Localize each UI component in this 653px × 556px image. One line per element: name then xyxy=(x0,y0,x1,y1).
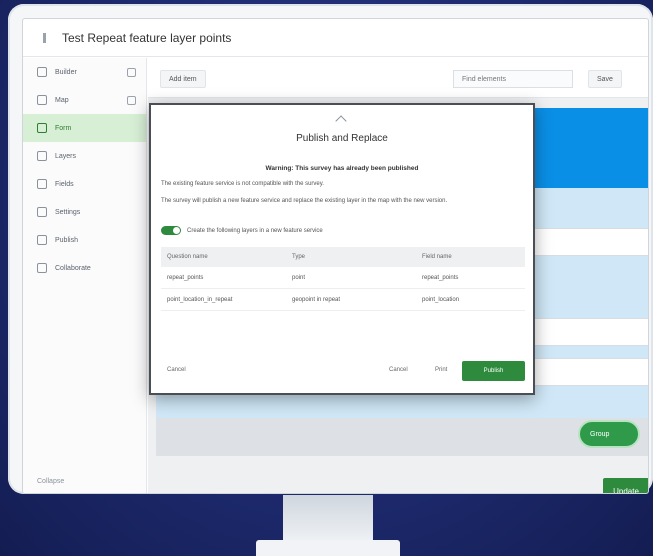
layers-table: Question name Type Field name repeat_poi… xyxy=(161,247,525,311)
title-bar: Test Repeat feature layer points xyxy=(23,19,648,57)
sidebar-item-label: Fields xyxy=(55,180,74,188)
collaborate-icon xyxy=(37,263,47,273)
warning-text: Warning: This survey has already been pu… xyxy=(265,165,419,172)
cancel-button[interactable]: Cancel xyxy=(389,367,408,373)
group-toggle-button[interactable]: Group xyxy=(578,420,640,448)
publish-icon xyxy=(37,235,47,245)
sidebar-item-label: Form xyxy=(55,124,72,132)
sidebar-item-label: Collaborate xyxy=(55,264,91,272)
sidebar-item-label: Settings xyxy=(55,208,81,216)
sidebar-item-map[interactable]: Map xyxy=(23,86,146,114)
build-icon xyxy=(37,67,47,77)
column-header: Type xyxy=(292,254,306,260)
table-row: repeat_points point repeat_points xyxy=(161,267,525,289)
dialog-footer: Cancel Cancel Print Publish xyxy=(161,361,525,385)
map-icon xyxy=(37,95,47,105)
table-cell: point_location_in_repeat xyxy=(167,296,233,303)
sidebar: Builder Map Form Layers Fields Settings … xyxy=(23,58,147,493)
table-cell: repeat_points xyxy=(422,274,459,281)
column-header: Field name xyxy=(422,254,452,260)
form-footer-strip xyxy=(156,418,648,456)
toggle-label: Create the following layers in a new fea… xyxy=(187,227,323,234)
fields-icon xyxy=(37,179,47,189)
search-input[interactable]: Find elements xyxy=(453,70,573,88)
collapse-link[interactable]: Collapse xyxy=(37,478,64,485)
table-header: Question name Type Field name xyxy=(161,247,525,267)
print-button[interactable]: Print xyxy=(435,367,447,373)
form-icon xyxy=(37,123,47,133)
save-button[interactable]: Save xyxy=(588,70,622,88)
window-title: Test Repeat feature layer points xyxy=(62,30,232,45)
table-cell: repeat_points xyxy=(167,274,204,281)
sidebar-item-label: Publish xyxy=(55,236,78,244)
expand-icon[interactable] xyxy=(127,95,136,105)
update-button[interactable]: Update xyxy=(603,478,648,493)
layer-toggle-switch[interactable] xyxy=(161,226,181,235)
cancel-link[interactable]: Cancel xyxy=(167,367,186,373)
column-header: Question name xyxy=(167,254,208,260)
sidebar-item-collaborate[interactable]: Collaborate xyxy=(23,254,146,282)
dialog-description: The existing feature service is not comp… xyxy=(161,181,324,187)
menu-grip-icon[interactable] xyxy=(43,32,46,43)
layers-icon xyxy=(37,151,47,161)
sidebar-item-label: Builder xyxy=(55,68,77,76)
table-cell: point xyxy=(292,274,306,281)
sidebar-item-layers[interactable]: Layers xyxy=(23,142,146,170)
sidebar-item-fields[interactable]: Fields xyxy=(23,170,146,198)
sidebar-item-label: Layers xyxy=(55,152,77,160)
toolbar: Add item Find elements Save xyxy=(148,58,648,98)
publish-button[interactable]: Publish xyxy=(462,361,525,381)
table-row: point_location_in_repeat geopoint in rep… xyxy=(161,289,525,311)
expand-icon[interactable] xyxy=(127,67,136,77)
sidebar-item-publish[interactable]: Publish xyxy=(23,226,146,254)
publish-dialog: Publish and Replace Warning: This survey… xyxy=(149,103,535,395)
monitor-stand xyxy=(283,495,373,541)
sidebar-item-label: Map xyxy=(55,96,69,104)
sidebar-item-form[interactable]: Form xyxy=(23,114,146,142)
sidebar-item-settings[interactable]: Settings xyxy=(23,198,146,226)
dialog-description: The survey will publish a new feature se… xyxy=(161,198,448,204)
toggle-row: Create the following layers in a new fea… xyxy=(161,226,323,235)
sidebar-item-builder[interactable]: Builder xyxy=(23,58,146,86)
table-cell: geopoint in repeat xyxy=(292,296,341,303)
dialog-title: Publish and Replace xyxy=(296,133,388,144)
settings-icon xyxy=(37,207,47,217)
add-item-button[interactable]: Add item xyxy=(160,70,206,88)
table-cell: point_location xyxy=(422,296,460,303)
monitor-base xyxy=(256,540,400,556)
chevron-up-icon xyxy=(335,115,347,127)
